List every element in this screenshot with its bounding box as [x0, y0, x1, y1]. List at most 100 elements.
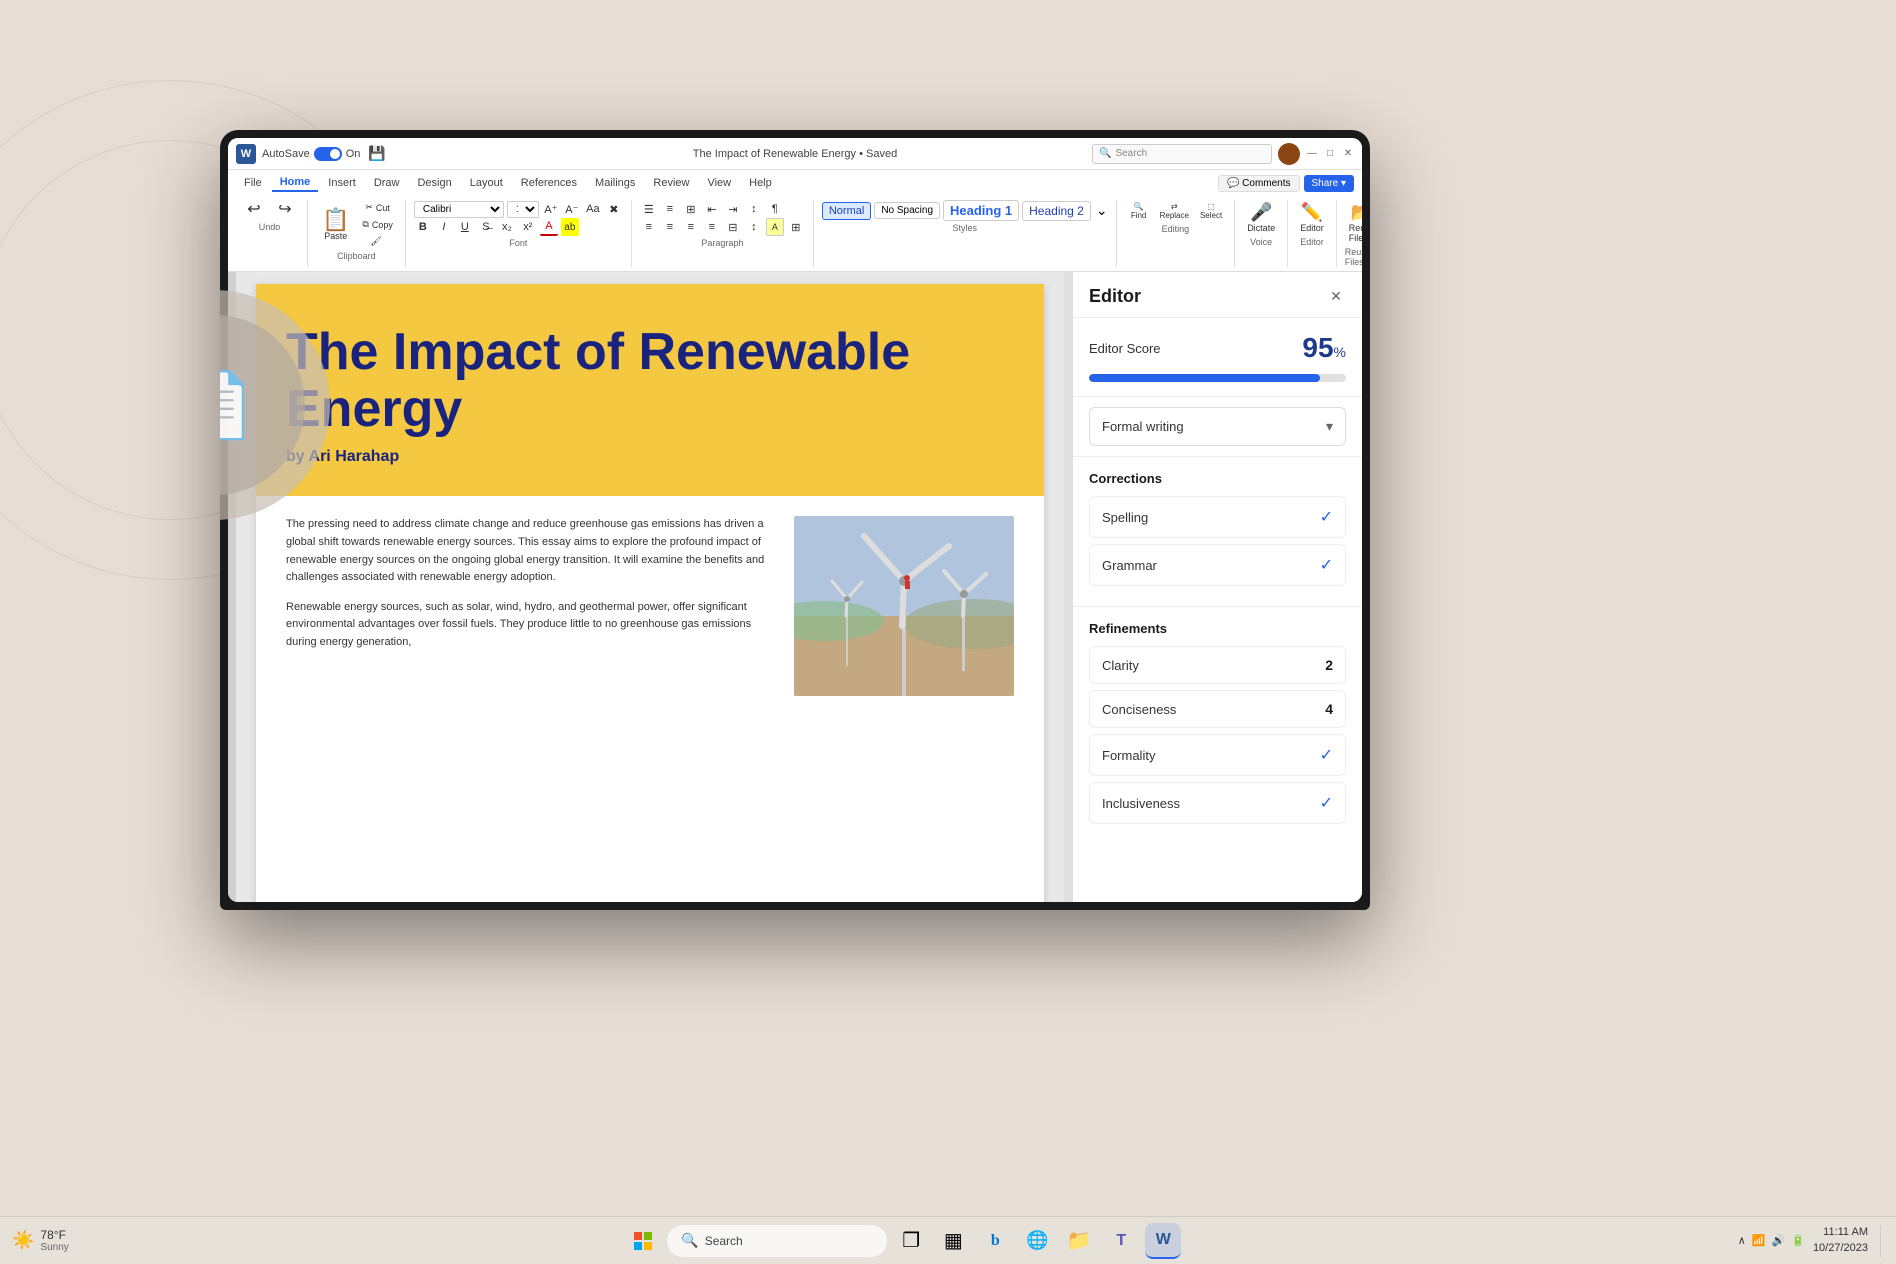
- shading-button[interactable]: A: [766, 218, 784, 236]
- align-left-button[interactable]: ≡: [640, 218, 658, 236]
- dictate-button[interactable]: 🎤 Dictate: [1243, 200, 1279, 235]
- comments-button[interactable]: 💬 Comments: [1218, 175, 1300, 192]
- find-button[interactable]: 🔍Find: [1125, 200, 1153, 222]
- tab-home[interactable]: Home: [272, 174, 319, 192]
- copy-button[interactable]: ⧉Copy: [358, 217, 396, 232]
- superscript-button[interactable]: x²: [519, 218, 537, 236]
- justify-button[interactable]: ≡: [703, 218, 721, 236]
- taskbar-search[interactable]: 🔍 Search: [667, 1225, 887, 1257]
- paste-button[interactable]: 📋 Paste: [316, 207, 355, 243]
- vertical-scrollbar[interactable]: [1064, 272, 1072, 902]
- align-right-button[interactable]: ≡: [682, 218, 700, 236]
- user-avatar[interactable]: [1278, 143, 1300, 165]
- doc-paragraph-1: The pressing need to address climate cha…: [286, 516, 774, 586]
- chevron-up-icon[interactable]: ∧: [1738, 1234, 1746, 1247]
- borders-button[interactable]: ⊞: [787, 218, 805, 236]
- grammar-item[interactable]: Grammar ✓: [1089, 544, 1346, 586]
- underline-button[interactable]: U: [456, 218, 474, 236]
- bing-button[interactable]: b: [977, 1223, 1013, 1259]
- style-heading1-button[interactable]: Heading 1: [943, 200, 1019, 221]
- conciseness-item[interactable]: Conciseness 4: [1089, 690, 1346, 728]
- show-desktop-button[interactable]: [1880, 1225, 1884, 1257]
- file-explorer-button[interactable]: 📁: [1061, 1223, 1097, 1259]
- reuse-files-button[interactable]: 📂 Reuse Files: [1345, 200, 1362, 245]
- tab-layout[interactable]: Layout: [462, 175, 511, 191]
- tab-view[interactable]: View: [699, 175, 739, 191]
- font-size-increase[interactable]: A⁺: [542, 200, 560, 218]
- tab-mailings[interactable]: Mailings: [587, 175, 643, 191]
- network-icon[interactable]: 📶: [1752, 1234, 1766, 1247]
- clock-widget[interactable]: 11:11 AM 10/27/2023: [1813, 1225, 1868, 1256]
- style-normal-button[interactable]: Normal: [822, 202, 871, 220]
- align-center-button[interactable]: ≡: [661, 218, 679, 236]
- word-taskbar-button[interactable]: W: [1145, 1223, 1181, 1259]
- sort-button[interactable]: ↕: [745, 200, 763, 218]
- bold-button[interactable]: B: [414, 218, 432, 236]
- multilevel-list-button[interactable]: ⊞: [682, 200, 700, 218]
- edge-button[interactable]: 🌐: [1019, 1223, 1055, 1259]
- show-hide-button[interactable]: ¶: [766, 200, 784, 218]
- inclusiveness-item[interactable]: Inclusiveness ✓: [1089, 782, 1346, 824]
- tab-draw[interactable]: Draw: [366, 175, 408, 191]
- document-scroll[interactable]: The Impact of Renewable Energy by Ari Ha…: [236, 272, 1064, 902]
- weather-info: 78°F Sunny: [40, 1228, 68, 1253]
- grammar-checkmark: ✓: [1320, 555, 1333, 575]
- minimize-button[interactable]: —: [1306, 148, 1318, 160]
- cut-button[interactable]: ✂Cut: [358, 200, 396, 215]
- tab-file[interactable]: File: [236, 175, 270, 191]
- font-size-select[interactable]: 11: [507, 201, 539, 218]
- numbering-button[interactable]: ≡: [661, 200, 679, 218]
- tab-help[interactable]: Help: [741, 175, 780, 191]
- battery-icon[interactable]: 🔋: [1791, 1234, 1805, 1247]
- bullets-button[interactable]: ☰: [640, 200, 658, 218]
- highlight-button[interactable]: ab: [561, 218, 579, 236]
- font-color-button[interactable]: A: [540, 218, 558, 236]
- spelling-item[interactable]: Spelling ✓: [1089, 496, 1346, 538]
- style-no-spacing-button[interactable]: No Spacing: [874, 202, 940, 219]
- italic-button[interactable]: I: [435, 218, 453, 236]
- styles-expand-button[interactable]: ⌄: [1096, 202, 1108, 219]
- title-search-box[interactable]: 🔍 Search: [1092, 144, 1272, 164]
- autosave-toggle[interactable]: [314, 147, 342, 161]
- undo-button[interactable]: ↩: [240, 200, 268, 220]
- editor-close-button[interactable]: ✕: [1326, 287, 1346, 307]
- clarity-item[interactable]: Clarity 2: [1089, 646, 1346, 684]
- maximize-button[interactable]: □: [1324, 148, 1336, 160]
- teams-icon: T: [1116, 1232, 1126, 1250]
- clear-formatting-button[interactable]: ✖: [605, 200, 623, 218]
- doc-paragraph-2: Renewable energy sources, such as solar,…: [286, 599, 774, 652]
- tab-references[interactable]: References: [513, 175, 585, 191]
- select-button[interactable]: ⬚Select: [1196, 200, 1226, 222]
- format-painter-button[interactable]: 🖌: [358, 234, 396, 249]
- start-button[interactable]: [625, 1223, 661, 1259]
- font-size-decrease[interactable]: A⁻: [563, 200, 581, 218]
- editor-button[interactable]: ✏️ Editor: [1296, 200, 1328, 235]
- redo-button[interactable]: ↪: [271, 200, 299, 220]
- change-case-button[interactable]: Aa: [584, 200, 602, 218]
- task-view-button[interactable]: ❐: [893, 1223, 929, 1259]
- strikethrough-button[interactable]: S̶: [477, 218, 495, 236]
- save-icon[interactable]: 💾: [368, 145, 385, 162]
- line-spacing-button[interactable]: ↕: [745, 218, 763, 236]
- column-button[interactable]: ⊟: [724, 218, 742, 236]
- tab-design[interactable]: Design: [409, 175, 459, 191]
- share-button[interactable]: Share ▾: [1304, 175, 1354, 192]
- conciseness-count: 4: [1325, 701, 1333, 717]
- close-button[interactable]: ✕: [1342, 148, 1354, 160]
- widgets-button[interactable]: ▦: [935, 1223, 971, 1259]
- ribbon-group-clipboard: 📋 Paste ✂Cut ⧉Copy 🖌 Clipboard: [312, 200, 406, 267]
- word-taskbar-icon: W: [1156, 1231, 1171, 1249]
- teams-button[interactable]: T: [1103, 1223, 1139, 1259]
- tab-review[interactable]: Review: [645, 175, 697, 191]
- decrease-indent-button[interactable]: ⇤: [703, 200, 721, 218]
- increase-indent-button[interactable]: ⇥: [724, 200, 742, 218]
- writing-style-dropdown[interactable]: Formal writing ▾: [1089, 407, 1346, 446]
- volume-icon[interactable]: 🔊: [1772, 1234, 1786, 1247]
- style-heading2-button[interactable]: Heading 2: [1022, 201, 1091, 221]
- subscript-button[interactable]: x₂: [498, 218, 516, 236]
- replace-button[interactable]: ⇄Replace: [1156, 200, 1193, 222]
- font-name-select[interactable]: Calibri: [414, 201, 504, 218]
- tab-insert[interactable]: Insert: [320, 175, 364, 191]
- document-text-column: The pressing need to address climate cha…: [286, 516, 774, 696]
- formality-item[interactable]: Formality ✓: [1089, 734, 1346, 776]
